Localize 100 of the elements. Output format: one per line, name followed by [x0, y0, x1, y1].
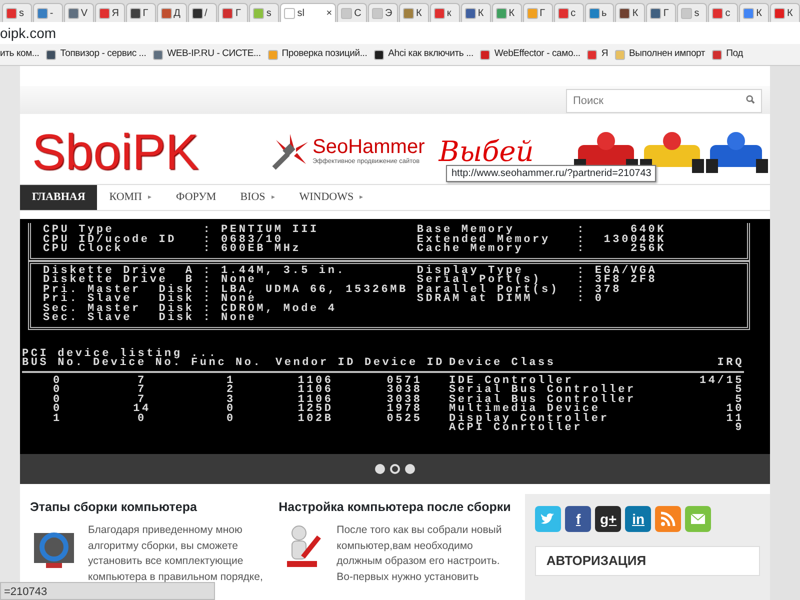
article-title[interactable]: Этапы сборки компьютера: [30, 500, 265, 515]
status-bar: =210743: [0, 582, 215, 600]
bios-table-cell-text: 7: [138, 396, 146, 405]
nav-item[interactable]: ФОРУМ: [164, 185, 228, 210]
article-title[interactable]: Настройка компьютера после сборки: [278, 500, 514, 515]
nav-item[interactable]: ГЛАВНАЯ: [20, 185, 98, 210]
linkedin-icon[interactable]: in: [625, 506, 652, 532]
facebook-icon[interactable]: f: [565, 506, 592, 532]
browser-tab[interactable]: s: [2, 3, 32, 22]
browser-tab[interactable]: с: [554, 3, 584, 22]
bios-table-cell-text: 1106: [296, 396, 334, 405]
bios-table-cell-text: 0: [52, 396, 63, 405]
bookmark-item[interactable]: Проверка позиций...: [268, 47, 368, 62]
bios-table-cell-text: 9: [734, 424, 744, 434]
article-excerpt: После того как вы собрали новый компьютер,вам необходимо должным образом его настроить. Во-первых нужно установить: [336, 523, 503, 584]
bios-table-cell-text: 1: [52, 414, 63, 424]
carousel-dot[interactable]: [375, 464, 385, 474]
bios-table-cell-text: 5: [734, 386, 744, 396]
search-field[interactable]: Поиск: [566, 89, 762, 113]
browser-tab[interactable]: sl ×: [280, 3, 336, 22]
bios-table-cell-text: 10: [725, 405, 744, 414]
bios-text-line: CPU Clock : 600EB MHz Cache Memory : 256K: [43, 245, 668, 254]
close-icon[interactable]: ×: [326, 6, 332, 20]
bookmark-item[interactable]: Ahci как включить ...: [374, 47, 474, 62]
bios-text-line: CPU Type : PENTIUM III Base Memory : 640K: [43, 226, 668, 236]
bios-table-cell-text: 3038: [386, 386, 424, 396]
browser-tab[interactable]: Э: [368, 3, 398, 22]
browser-tab[interactable]: Г: [522, 3, 553, 22]
browser-tab[interactable]: s: [249, 3, 280, 22]
bios-column-header: IRQ: [699, 359, 744, 372]
browser-tab[interactable]: Г: [218, 3, 248, 22]
browser-tab[interactable]: Я: [94, 3, 125, 22]
bios-table-cell-text: 102B: [296, 414, 334, 424]
article-excerpt: Благодаря приведенному мною алгоритму сборки, вы сможете установить все комплектующие компьютера в правильном порядке,: [88, 523, 264, 584]
browser-tab[interactable]: V: [64, 3, 94, 22]
bookmark-item[interactable]: Выполнен импорт: [615, 47, 706, 62]
browser-tab[interactable]: К: [739, 3, 770, 22]
bios-table-cell-text: 7: [136, 386, 148, 396]
browser-tab[interactable]: Г: [126, 3, 156, 22]
browser-tab[interactable]: К: [615, 3, 646, 22]
rss-icon[interactable]: [655, 506, 682, 532]
bios-column-header: Device No.: [93, 359, 191, 372]
bios-table-cell-text: 0: [52, 386, 63, 396]
bios-table-cell-text: 0: [226, 414, 236, 424]
bios-table-cell-text: 0525: [386, 414, 424, 424]
bios-table-cell-text: 1106: [296, 374, 334, 386]
browser-tab[interactable]: с: [708, 3, 738, 22]
bios-text-line: PCI device listing ...: [22, 350, 218, 359]
bios-table-cell-text: 11: [725, 414, 744, 424]
bios-text-line: Diskette Drive B : None Serial Port(s) : 3F8 2F8: [43, 276, 658, 286]
bios-table-cell-text: 0571: [386, 374, 424, 386]
bios-table-cell-text: 1: [226, 374, 236, 386]
browser-tab[interactable]: ь: [584, 3, 614, 22]
google-plus-icon[interactable]: g+: [595, 506, 622, 532]
bios-table-cell-text: 1978: [386, 405, 424, 414]
bios-table-cell-text: 5: [735, 396, 744, 405]
bios-column-header: Device Class: [449, 359, 699, 372]
carousel-dot[interactable]: [390, 464, 400, 474]
bios-table-cell-text: ACPI Conrtoller: [449, 424, 584, 434]
browser-tab[interactable]: К: [492, 3, 522, 22]
bios-column-header: Vendor ID: [271, 359, 360, 372]
browser-tab[interactable]: К: [398, 3, 429, 22]
browser-tab[interactable]: /: [188, 3, 218, 22]
search-icon[interactable]: [746, 95, 755, 104]
bios-table-cell-text: 14: [132, 405, 152, 414]
bios-table-cell-text: 7: [136, 374, 148, 386]
bookmark-item[interactable]: ить ком...: [0, 47, 40, 62]
sidebar-heading: АВТОРИЗАЦИЯ: [535, 546, 760, 576]
carousel-dot[interactable]: [405, 464, 415, 474]
bookmark-item[interactable]: Я: [587, 47, 608, 62]
bios-table-cell-text: 0: [136, 414, 148, 424]
browser-tab[interactable]: К: [770, 3, 800, 22]
bios-table-cell-text: 3: [226, 396, 236, 405]
browser-tab[interactable]: К: [460, 3, 491, 22]
bookmark-item[interactable]: Под: [712, 47, 743, 62]
browser-tab[interactable]: Д: [156, 3, 187, 22]
browser-tab[interactable]: Г: [646, 3, 676, 22]
bookmark-item[interactable]: Топвизор - сервис ...: [46, 47, 146, 62]
site-logo[interactable]: SboiPK: [32, 127, 250, 177]
bios-column-header: Func No.: [191, 359, 271, 372]
bios-table-cell-text: 14/15: [699, 374, 744, 386]
bios-table-cell-text: 1106: [296, 386, 334, 396]
bios-table-cell-text: 0: [226, 405, 236, 414]
bios-table-cell-text: 2: [226, 386, 236, 396]
bios-table-cell-text: 0: [52, 374, 63, 386]
bios-column-header: BUS No.: [22, 359, 93, 372]
bios-table-cell-text: 125D: [296, 405, 334, 414]
bios-text-line: Pri. Slave Disk : None SDRAM at DIMM : 0: [43, 295, 605, 304]
browser-tab[interactable]: С: [337, 3, 368, 22]
bios-table-cell-text: 0: [52, 405, 63, 414]
bookmark-item[interactable]: WebEffector - само...: [480, 47, 580, 62]
browser-tab[interactable]: -: [32, 3, 63, 22]
link-tooltip: http://www.seohammer.ru/?partnerid=210743: [446, 165, 656, 182]
bios-text-line: Sec. Slave Disk : None: [43, 314, 257, 324]
browser-tab[interactable]: к: [430, 3, 460, 22]
bios-column-header: Device ID: [360, 359, 449, 372]
browser-tab[interactable]: s: [677, 3, 708, 22]
banner-brand: SeoHammer: [312, 137, 425, 158]
bookmark-item[interactable]: WEB-IP.RU - СИСТЕ...: [153, 47, 261, 62]
bios-table-cell-text: 3038: [386, 396, 424, 405]
